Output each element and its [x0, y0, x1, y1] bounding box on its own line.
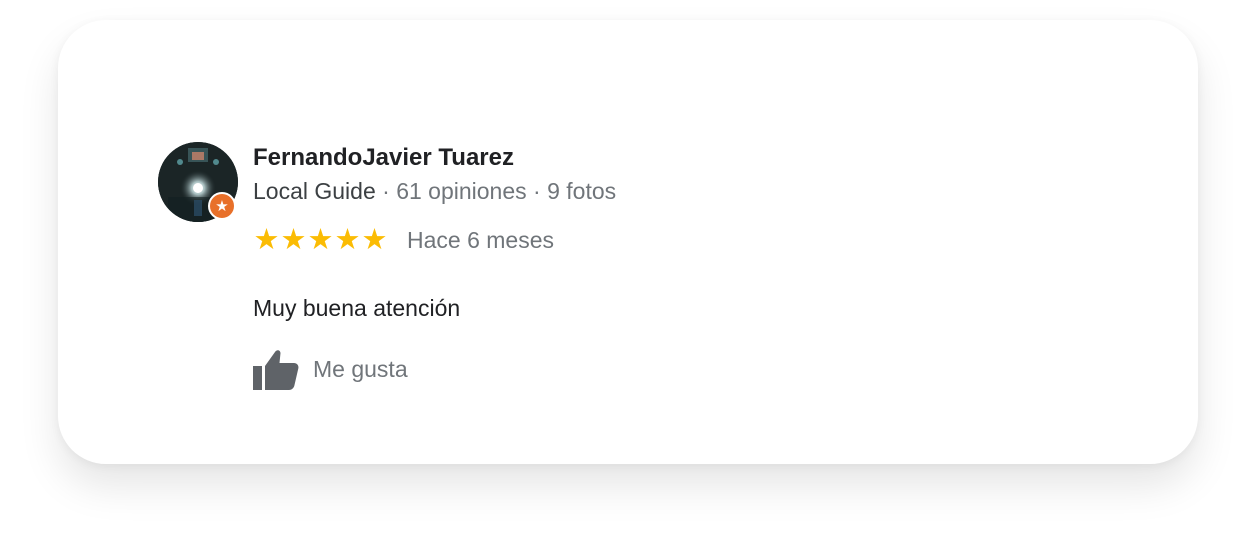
thumbs-up-icon	[253, 350, 299, 390]
star-icon: ★	[334, 224, 361, 256]
star-icon: ★	[280, 224, 307, 256]
meta-separator: ·	[375, 178, 397, 204]
reviewer-name[interactable]: FernandoJavier Tuarez	[253, 144, 514, 172]
reviewer-meta: Local Guide · 61 opiniones · 9 fotos	[253, 178, 616, 205]
rating-row: ★ ★ ★ ★ ★ Hace 6 meses	[253, 226, 555, 255]
photos-count: 9 fotos	[547, 178, 617, 204]
reviews-count: 61 opiniones	[396, 178, 527, 204]
star-rating: ★ ★ ★ ★ ★	[253, 226, 388, 255]
like-button[interactable]: Me gusta	[253, 348, 408, 390]
local-guide-label: Local Guide	[253, 178, 376, 204]
star-icon: ★	[253, 224, 280, 256]
avatar-container[interactable]: ★	[158, 142, 238, 222]
local-guide-star-icon: ★	[208, 192, 236, 220]
review-text: Muy buena atención	[253, 295, 461, 321]
meta-separator: ·	[526, 178, 548, 204]
star-icon: ★	[307, 224, 334, 256]
review-card: ★ FernandoJavier Tuarez Local Guide · 61…	[58, 20, 1198, 464]
like-label: Me gusta	[313, 355, 408, 382]
star-icon: ★	[361, 224, 388, 256]
review-time: Hace 6 meses	[407, 227, 555, 253]
